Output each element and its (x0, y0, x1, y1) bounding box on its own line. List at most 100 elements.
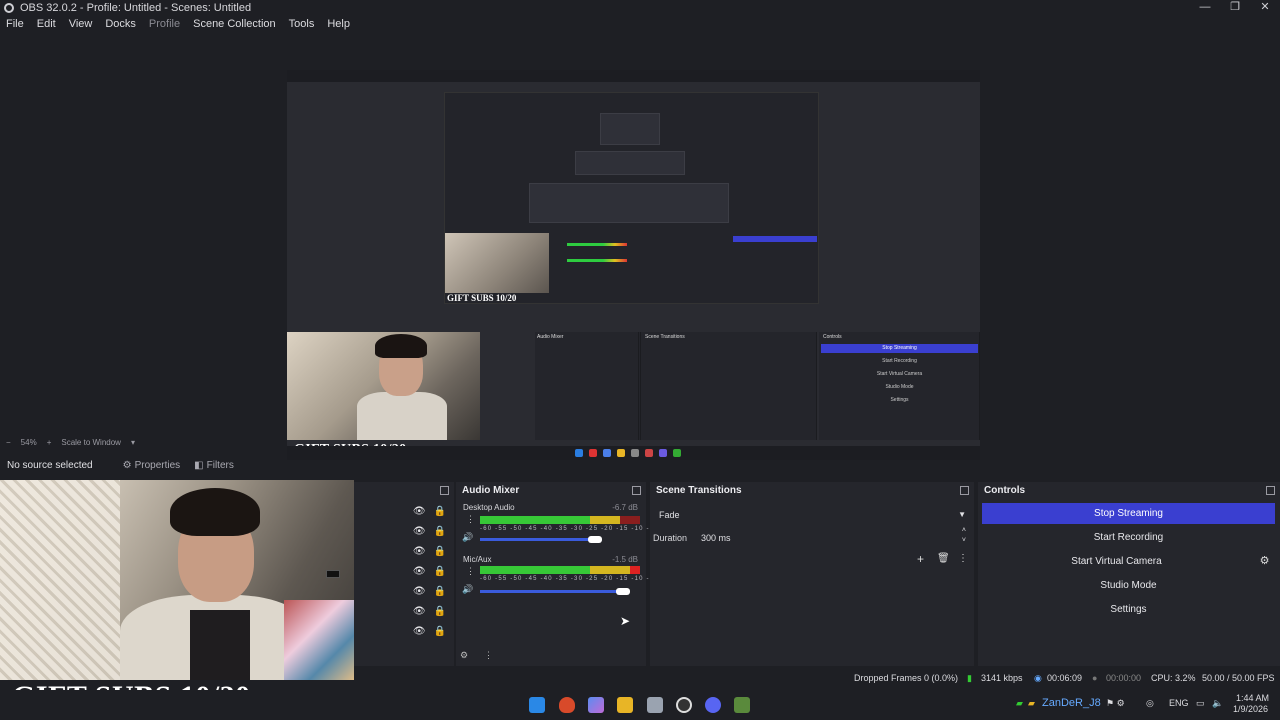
lock-icon[interactable]: 🔒 (434, 586, 446, 597)
channel-menu-icon[interactable]: ⋮ (466, 566, 475, 577)
speaker-icon[interactable]: 🔊 (462, 584, 473, 595)
maximize-button[interactable]: ❐ (1220, 0, 1250, 16)
brave-browser-icon[interactable] (559, 697, 575, 713)
mixer-menu-icon[interactable]: ⋮ (484, 650, 493, 661)
channel-name: Desktop Audio (463, 503, 515, 512)
volume-slider-track[interactable] (480, 590, 622, 593)
tray-icon[interactable]: ▰ (1028, 698, 1035, 709)
advanced-audio-icon[interactable]: ⚙ (460, 650, 468, 661)
eye-icon[interactable]: 👁 (413, 606, 426, 617)
duration-input[interactable]: 300 ms ˄ ˅ (695, 526, 971, 547)
lock-icon[interactable]: 🔒 (434, 526, 446, 537)
stop-streaming-button[interactable]: Stop Streaming (982, 503, 1275, 524)
nested-window-1 (529, 183, 729, 223)
undock-icon[interactable] (960, 486, 969, 495)
channel-db: -1.5 dB (612, 555, 638, 564)
volume-meter (480, 566, 640, 574)
tray-icons[interactable]: ⚑ ⚙ (1106, 698, 1125, 709)
menu-tools[interactable]: Tools (289, 16, 315, 32)
settings-button[interactable]: Settings (982, 599, 1275, 620)
studio-mode-button[interactable]: Studio Mode (982, 575, 1275, 596)
tray-icon[interactable]: ▰ (1016, 698, 1023, 709)
clock-time[interactable]: 1:44 AM (1236, 693, 1269, 703)
volume-meter (480, 516, 640, 524)
username: ZanDeR_J8 (1042, 697, 1101, 709)
virtual-camera-settings-icon[interactable]: ⚙ (1254, 551, 1275, 572)
menu-file[interactable]: File (6, 16, 24, 32)
lock-icon[interactable]: 🔒 (434, 546, 446, 557)
transition-menu-icon[interactable]: ⋮ (958, 553, 968, 564)
volume-icon[interactable]: 🔈 (1212, 698, 1223, 709)
eye-icon[interactable]: 👁 (413, 586, 426, 597)
menu-edit[interactable]: Edit (37, 16, 56, 32)
language[interactable]: ENG (1169, 698, 1189, 708)
file-explorer-icon[interactable] (617, 697, 633, 713)
nested-window-2 (575, 151, 685, 175)
start-virtual-camera-button[interactable]: Start Virtual Camera (982, 551, 1251, 572)
gear-icon: ⚙ (122, 459, 132, 471)
copilot-icon[interactable] (588, 697, 604, 713)
channel-menu-icon[interactable]: ⋮ (466, 514, 475, 525)
obs-taskbar-icon[interactable] (676, 697, 692, 713)
minecraft-icon[interactable] (734, 697, 750, 713)
source-toolbar: No source selected ⚙ Properties ◧ Filter… (0, 455, 1280, 475)
properties-button[interactable]: ⚙ Properties (123, 460, 181, 471)
record-icon: ● (1092, 673, 1098, 683)
minimize-button[interactable]: — (1190, 0, 1220, 16)
mixer-channel-desktop: Desktop Audio -6.7 dB ⋮ -60 -55 -50 -45 … (456, 500, 660, 552)
fps: 50.00 / 50.00 FPS (1202, 673, 1275, 683)
eye-icon[interactable]: 👁 (413, 526, 426, 537)
menu-docks[interactable]: Docks (105, 16, 136, 32)
trash-icon[interactable]: 🗑 (937, 553, 950, 564)
volume-slider-track[interactable] (480, 538, 598, 541)
eye-icon[interactable]: 👁 (413, 506, 426, 517)
undock-icon[interactable] (440, 486, 449, 495)
menu-help[interactable]: Help (327, 16, 350, 32)
nested-docks: Audio Mixer Scene Transitions Controls S… (535, 332, 980, 440)
filters-button[interactable]: ◧ Filters (194, 460, 234, 471)
volume-slider-knob[interactable] (616, 588, 630, 595)
scale-dropdown-icon[interactable]: ▾ (131, 438, 135, 447)
speaker-icon[interactable]: 🔊 (462, 532, 473, 543)
lock-icon[interactable]: 🔒 (434, 626, 446, 637)
clock-date[interactable]: 1/9/2026 (1233, 704, 1268, 714)
lock-icon[interactable]: 🔒 (434, 506, 446, 517)
zoom-out-icon[interactable]: − (6, 438, 11, 447)
preview-area[interactable]: GIFT SUBS 10/20 GIFT SUBS 10/20 Audio Mi… (0, 32, 1280, 460)
duration-label: Duration (653, 533, 688, 543)
eye-icon[interactable]: 👁 (413, 626, 426, 637)
volume-slider-knob[interactable] (588, 536, 602, 543)
menu-scene-collection[interactable]: Scene Collection (193, 16, 276, 32)
lock-icon[interactable]: 🔒 (434, 566, 446, 577)
eye-icon[interactable]: 👁 (413, 546, 426, 557)
menu-view[interactable]: View (69, 16, 93, 32)
transition-select[interactable]: Fade ▼ (653, 506, 971, 524)
zoom-in-icon[interactable]: + (47, 438, 52, 447)
discord-icon[interactable] (705, 697, 721, 713)
spin-icon[interactable]: ˄ ˅ (962, 526, 966, 546)
start-recording-button[interactable]: Start Recording (982, 527, 1275, 548)
preview-canvas[interactable]: GIFT SUBS 10/20 GIFT SUBS 10/20 Audio Mi… (287, 70, 980, 460)
record-time: 00:00:00 (1106, 673, 1142, 683)
sources-dock-header (354, 482, 454, 500)
wifi-icon[interactable]: ◎ (1146, 698, 1154, 709)
undock-icon[interactable] (1266, 486, 1275, 495)
title-bar: OBS 32.0.2 - Profile: Untitled - Scenes:… (0, 0, 1280, 16)
meter-scale: -60 -55 -50 -45 -40 -35 -30 -25 -20 -15 … (480, 526, 662, 532)
eye-icon[interactable]: 👁 (413, 566, 426, 577)
preview-zoom-bar: − 54% + Scale to Window ▾ (0, 436, 1280, 448)
close-button[interactable]: ✕ (1250, 0, 1280, 16)
calculator-icon[interactable] (647, 697, 663, 713)
channel-db: -6.7 dB (612, 503, 638, 512)
source-row-controls: 👁 🔒 (413, 626, 446, 637)
channel-name: Mic/Aux (463, 555, 492, 564)
stream-icon: ◉ (1034, 673, 1042, 683)
network-icon[interactable]: ▭ (1196, 698, 1205, 709)
lock-icon[interactable]: 🔒 (434, 606, 446, 617)
windows-start-icon[interactable] (529, 697, 545, 713)
scale-mode[interactable]: Scale to Window (61, 438, 121, 447)
menu-profile[interactable]: Profile (149, 16, 180, 32)
undock-icon[interactable] (632, 486, 641, 495)
nested-studio-mode-btn: Studio Mode (885, 384, 914, 390)
add-transition-icon[interactable]: + (917, 552, 924, 566)
